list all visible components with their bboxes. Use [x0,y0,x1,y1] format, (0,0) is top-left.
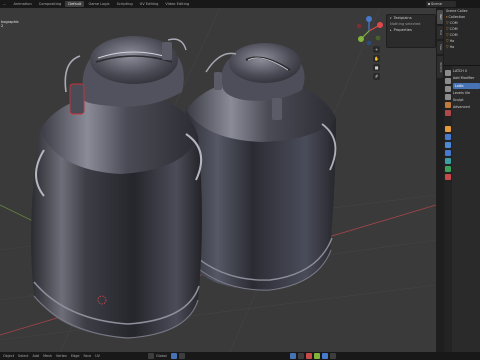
object-triangle-icon: ▽ [446,39,449,43]
snap-icon[interactable] [170,353,177,359]
tool-icon[interactable] [445,70,451,76]
vtab-item[interactable]: Item [437,10,443,24]
outliner-item-label: Collection [448,15,466,19]
gizmo-x-icon[interactable] [377,22,383,28]
properties-tab-column [444,66,452,352]
scene-icon[interactable] [445,102,451,108]
workspace-tab-default[interactable]: Default [65,1,85,7]
world-icon[interactable] [445,110,451,116]
sidebar-n-panel: ▾ Textplains Nothing selected ▸ Properti… [386,14,436,48]
overlay-icon[interactable] [290,353,296,359]
camera-icon[interactable]: ■ [373,64,380,71]
outliner-item-label: COM [449,33,458,37]
outliner-item-label: COM [449,27,458,31]
object-triangle-icon: ▽ [446,45,449,49]
view-layer-icon[interactable] [445,94,451,100]
modifier-wrench-icon[interactable] [445,134,451,140]
object-icon[interactable] [445,126,451,132]
menu-select[interactable]: Select [18,354,28,358]
xray-icon[interactable] [298,353,304,359]
workspace-tab-video-editing[interactable]: Video Editing [162,1,192,7]
milk-can-left[interactable] [31,36,203,339]
sculpt-field[interactable]: Sculpt [453,97,480,104]
menu-face[interactable]: Face [83,354,91,358]
advanced-section[interactable]: Advanced [453,104,480,111]
viewport-info-overlay: hographic 2 [1,20,19,29]
properties-content: LATCH 0 Add Modifier Lattic Levels Vie S… [453,68,480,111]
transform-orientation-select[interactable]: Global [156,354,167,358]
workspace-tab-compositing[interactable]: Compositing [36,1,65,7]
menu-edge[interactable]: Edge [71,354,80,358]
menu-object[interactable]: Object [3,354,14,358]
material-icon[interactable] [445,174,451,180]
object-name-field[interactable]: LATCH 0 [453,68,480,75]
menu-vertex[interactable]: Vertex [56,354,67,358]
workspace-tab-scripting[interactable]: Scripting [114,1,136,7]
properties-panel: LATCH 0 Add Modifier Lattic Levels Vie S… [444,66,480,352]
scene-icon [427,2,430,6]
viewport-scene[interactable] [0,8,436,352]
constraints-icon[interactable] [445,158,451,164]
outliner-item-label: Ha [449,39,455,43]
object-triangle-icon: ▽ [446,27,449,31]
shading-rendered-icon[interactable] [330,353,336,359]
scene-selector[interactable]: Scene [426,1,456,7]
viewport-header-bar: Object Select Add Mesh Vertex Edge Face … [0,352,480,360]
npanel-properties-label: Properties [393,28,412,32]
zoom-icon[interactable]: + [373,46,380,53]
milk-can-right[interactable] [184,43,337,291]
chevron-down-icon: ▾ [446,15,448,19]
transform-controls: Global [148,352,187,360]
shading-material-icon[interactable] [322,353,328,359]
gizmo-z-icon[interactable] [366,16,372,22]
outliner-item-label: Ha [449,45,455,49]
sidebar-vertical-tabs: Item Tool View 3D-Print [436,8,444,352]
particles-icon[interactable] [445,142,451,148]
outliner-panel: Scene Collec ▾Collection ▽COM ▽COM ▽COM … [444,8,480,66]
menu-add[interactable]: Add [33,354,40,358]
shading-wireframe-icon[interactable] [306,353,312,359]
workspace-tab-bar: ... Animation Compositing Default Game L… [0,0,480,8]
gizmo-y-icon[interactable] [358,36,364,42]
vtab-3d-print[interactable]: 3D-Print [437,56,443,78]
outliner-item[interactable]: ▽Ha [444,44,480,50]
viewport-display-controls [290,353,338,359]
grid-perspective-icon[interactable]: # [373,73,380,80]
vtab-view[interactable]: View [437,41,443,54]
workspace-tab-animation[interactable]: Animation [10,1,34,7]
3d-viewport[interactable]: hographic 2 + ✋ ■ # ▾ Textplains Nothing… [0,8,436,352]
modifier-header-button[interactable]: Lattic [453,83,480,89]
pan-hand-icon[interactable]: ✋ [373,55,380,62]
levels-viewport-field[interactable]: Levels Vie [453,90,480,97]
viewport-info-line2: 2 [1,24,4,29]
npanel-properties-row[interactable]: ▸ Properties [387,27,435,33]
render-icon[interactable] [445,78,451,84]
viewport-nav-tools: + ✋ ■ # [373,46,381,82]
output-icon[interactable] [445,86,451,92]
object-triangle-icon: ▽ [446,33,449,37]
object-triangle-icon: ▽ [446,21,449,25]
shading-solid-icon[interactable] [314,353,320,359]
navigation-gizmo[interactable] [352,14,386,48]
proportional-edit-icon[interactable] [178,353,185,359]
transform-orientation-icon[interactable] [148,353,154,359]
scene-name: Scene [431,2,442,6]
add-modifier-button[interactable]: Add Modifier [453,75,480,82]
vtab-tool[interactable]: Tool [437,26,443,39]
chevron-right-icon: ▸ [390,28,392,32]
menu-uv[interactable]: UV [95,354,100,358]
workspace-tab-game-logic[interactable]: Game Logic [85,1,112,7]
menu-mesh[interactable]: Mesh [43,354,52,358]
physics-icon[interactable] [445,150,451,156]
workspace-tab-overflow[interactable]: ... [0,1,9,7]
chevron-down-icon: ▾ [390,16,392,20]
workspace-tab-uv-editing[interactable]: UV Editing [137,1,162,7]
outliner-item-label: COM [449,21,458,25]
npanel-header-label: Textplains [393,16,412,20]
data-icon[interactable] [445,166,451,172]
viewport-info-line1: hographic [1,20,19,24]
